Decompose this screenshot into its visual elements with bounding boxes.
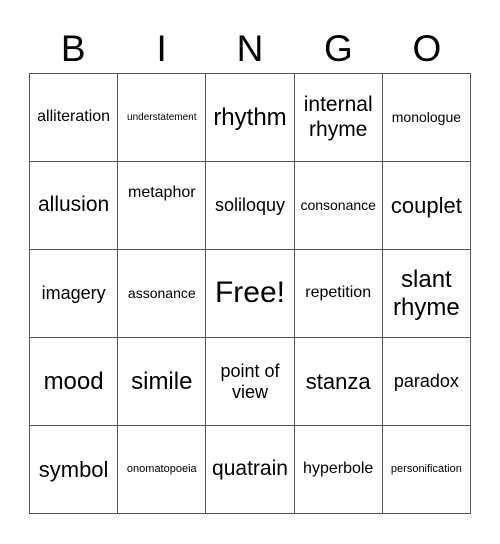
bingo-cell[interactable]: hyperbole bbox=[294, 426, 383, 514]
bingo-cell[interactable]: paradox bbox=[382, 338, 471, 426]
bingo-cell[interactable]: alliteration bbox=[30, 74, 119, 162]
bingo-cell[interactable]: symbol bbox=[30, 426, 119, 514]
bingo-cell[interactable]: assonance bbox=[118, 250, 207, 338]
bingo-cell[interactable]: personification bbox=[382, 426, 471, 514]
bingo-cell[interactable]: allusion bbox=[30, 162, 119, 250]
bingo-cell[interactable]: slant rhyme bbox=[382, 250, 471, 338]
bingo-cell[interactable]: point of view bbox=[206, 338, 295, 426]
header-letter-i: I bbox=[156, 28, 167, 69]
bingo-cell-free[interactable]: Free! bbox=[206, 250, 295, 338]
bingo-cell[interactable]: simile bbox=[118, 338, 207, 426]
bingo-header: B I N G O bbox=[29, 26, 471, 72]
bingo-cell[interactable]: internal rhyme bbox=[294, 74, 383, 162]
bingo-grid: alliteration understatement rhythm inter… bbox=[29, 73, 471, 514]
bingo-cell[interactable]: monologue bbox=[382, 74, 471, 162]
bingo-cell[interactable]: couplet bbox=[382, 162, 471, 250]
bingo-cell[interactable]: repetition bbox=[294, 250, 383, 338]
header-letter-n: N bbox=[236, 28, 264, 69]
header-letter-o: O bbox=[412, 28, 442, 69]
header-letter-g: G bbox=[324, 28, 353, 69]
bingo-cell[interactable]: quatrain bbox=[206, 426, 295, 514]
bingo-cell[interactable]: soliloquy bbox=[206, 162, 295, 250]
bingo-cell[interactable]: mood bbox=[30, 338, 119, 426]
bingo-cell[interactable]: imagery bbox=[30, 250, 119, 338]
bingo-cell[interactable]: understatement bbox=[118, 74, 207, 162]
bingo-cell[interactable]: metaphor bbox=[118, 162, 207, 250]
bingo-cell[interactable]: onomatopoeia bbox=[118, 426, 207, 514]
header-letter-b: B bbox=[60, 28, 86, 69]
bingo-cell[interactable]: rhythm bbox=[206, 74, 295, 162]
bingo-cell[interactable]: consonance bbox=[294, 162, 383, 250]
bingo-cell[interactable]: stanza bbox=[294, 338, 383, 426]
